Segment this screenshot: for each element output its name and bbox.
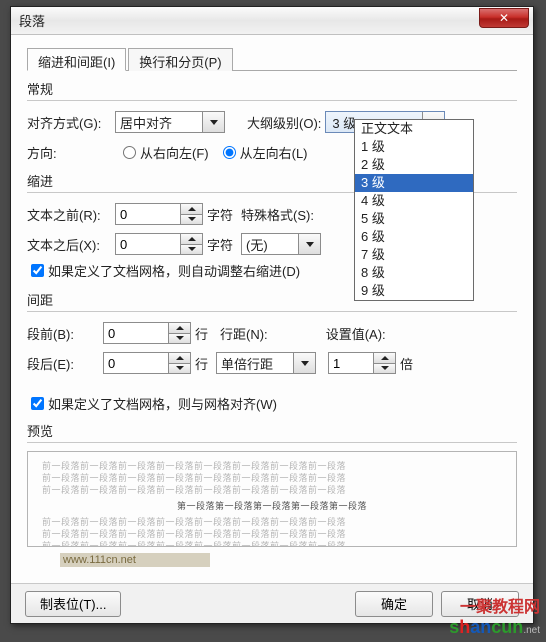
direction-rtl-radio[interactable]: 从右向左(F) (123, 143, 209, 162)
set-value-spinner[interactable] (328, 352, 396, 374)
chevron-down-icon (210, 120, 218, 125)
line-spacing-value: 单倍行距 (221, 354, 273, 373)
indent-after-input[interactable] (116, 234, 174, 254)
space-after-unit: 行 (195, 354, 208, 373)
spacing-grid-checkbox[interactable]: 如果定义了文档网格，则与网格对齐(W) (31, 394, 517, 413)
outline-option[interactable]: 7 级 (355, 246, 473, 264)
indent-before-spinner[interactable] (115, 203, 203, 225)
space-after-spinner[interactable] (103, 352, 191, 374)
ltr-radio-label: 从左向右(L) (240, 143, 308, 162)
watermark: www.111cn.net 一聚教程网 shancun.net (390, 579, 540, 638)
indent-after-label: 文本之后(X): (27, 235, 115, 254)
indent-grid-check-label: 如果定义了文档网格，则自动调整右缩进(D) (48, 261, 300, 280)
indent-before-label: 文本之前(R): (27, 205, 115, 224)
alignment-value: 居中对齐 (120, 113, 172, 132)
preview-line: 前一段落前一段落前一段落前一段落前一段落前一段落前一段落前一段落 (42, 472, 502, 484)
indent-before-input[interactable] (116, 204, 174, 224)
indent-after-spinner[interactable] (115, 233, 203, 255)
watermark-domain: .net (523, 625, 540, 636)
watermark-url: www.111cn.net (60, 553, 210, 567)
outline-level-dropdown[interactable]: 正文文本1 级2 级3 级4 级5 级6 级7 级8 级9 级 (354, 119, 474, 301)
set-value-label: 设置值(A): (326, 324, 386, 343)
outline-option[interactable]: 4 级 (355, 192, 473, 210)
line-spacing-combo[interactable]: 单倍行距 (216, 352, 316, 374)
spacing-grid-check-input[interactable] (31, 397, 44, 410)
outline-option[interactable]: 1 级 (355, 138, 473, 156)
rtl-radio-input[interactable] (123, 146, 136, 159)
direction-ltr-radio[interactable]: 从左向右(L) (223, 143, 308, 162)
space-before-label: 段前(B): (27, 324, 83, 343)
ltr-radio-input[interactable] (223, 146, 236, 159)
space-before-unit: 行 (195, 324, 208, 343)
spin-down[interactable] (181, 244, 202, 255)
set-value-input[interactable] (329, 353, 367, 373)
rtl-radio-label: 从右向左(F) (140, 143, 209, 162)
preview-line: 前一段落前一段落前一段落前一段落前一段落前一段落前一段落前一段落 (42, 516, 502, 528)
titlebar[interactable]: 段落 ✕ (11, 7, 533, 35)
group-general-label: 常规 (27, 79, 517, 98)
set-value-unit: 倍 (400, 354, 413, 373)
outline-option[interactable]: 2 级 (355, 156, 473, 174)
spin-down[interactable] (374, 363, 395, 374)
outline-option[interactable]: 8 级 (355, 264, 473, 282)
special-format-label: 特殊格式(S): (241, 205, 314, 224)
spin-down[interactable] (169, 363, 190, 374)
direction-label: 方向: (27, 143, 115, 162)
close-button[interactable]: ✕ (479, 8, 529, 28)
divider (27, 311, 517, 312)
spacing-grid-check-label: 如果定义了文档网格，则与网格对齐(W) (48, 394, 277, 413)
watermark-brand: 一聚教程网 (460, 599, 540, 616)
spin-up[interactable] (181, 204, 202, 214)
indent-before-unit: 字符 (207, 205, 233, 224)
divider (27, 100, 517, 101)
spin-up[interactable] (374, 353, 395, 363)
space-before-spinner[interactable] (103, 322, 191, 344)
spin-down[interactable] (181, 214, 202, 225)
indent-after-unit: 字符 (207, 235, 233, 254)
preview-line: 前一段落前一段落前一段落前一段落前一段落前一段落前一段落前一段落 (42, 528, 502, 540)
chevron-down-icon (301, 361, 309, 366)
tabstops-button[interactable]: 制表位(T)... (25, 591, 121, 617)
space-after-input[interactable] (104, 353, 162, 373)
spin-up[interactable] (181, 234, 202, 244)
outline-option[interactable]: 6 级 (355, 228, 473, 246)
preview-sample-line: 第一段落第一段落第一段落第一段落第一段落 (42, 500, 502, 512)
window-title: 段落 (19, 11, 45, 30)
line-spacing-label: 行距(N): (220, 324, 268, 343)
tab-bar: 缩进和间距(I) 换行和分页(P) (27, 47, 517, 71)
outline-option[interactable]: 9 级 (355, 282, 473, 300)
outline-option[interactable]: 5 级 (355, 210, 473, 228)
spin-up[interactable] (169, 323, 190, 333)
space-after-label: 段后(E): (27, 354, 83, 373)
indent-grid-check-input[interactable] (31, 264, 44, 277)
dropdown-button[interactable] (298, 234, 320, 254)
close-icon: ✕ (499, 11, 509, 25)
outline-option[interactable]: 正文文本 (355, 120, 473, 138)
dropdown-button[interactable] (202, 112, 224, 132)
special-format-value: (无) (246, 235, 268, 254)
tab-line-page-breaks[interactable]: 换行和分页(P) (128, 48, 232, 71)
group-preview-label: 预览 (27, 421, 517, 440)
alignment-label: 对齐方式(G): (27, 113, 115, 132)
space-before-input[interactable] (104, 323, 162, 343)
divider (27, 442, 517, 443)
preview-line: 前一段落前一段落前一段落前一段落前一段落前一段落前一段落前一段落 (42, 460, 502, 472)
outline-level-label: 大纲级别(O): (247, 113, 321, 132)
dropdown-button[interactable] (293, 353, 315, 373)
alignment-combo[interactable]: 居中对齐 (115, 111, 225, 133)
outline-option[interactable]: 3 级 (355, 174, 473, 192)
preview-panel: 前一段落前一段落前一段落前一段落前一段落前一段落前一段落前一段落 前一段落前一段… (27, 451, 517, 547)
preview-line: 前一段落前一段落前一段落前一段落前一段落前一段落前一段落前一段落 (42, 540, 502, 547)
tab-indent-spacing[interactable]: 缩进和间距(I) (27, 48, 126, 71)
chevron-down-icon (306, 242, 314, 247)
paragraph-dialog: 段落 ✕ 缩进和间距(I) 换行和分页(P) 常规 对齐方式(G): 居中对齐 … (10, 6, 534, 624)
spin-up[interactable] (169, 353, 190, 363)
outline-level-value: 3 级 (332, 113, 356, 132)
special-format-combo[interactable]: (无) (241, 233, 321, 255)
spin-down[interactable] (169, 333, 190, 344)
dialog-body: 缩进和间距(I) 换行和分页(P) 常规 对齐方式(G): 居中对齐 大纲级别(… (11, 35, 533, 557)
preview-line: 前一段落前一段落前一段落前一段落前一段落前一段落前一段落前一段落 (42, 484, 502, 496)
